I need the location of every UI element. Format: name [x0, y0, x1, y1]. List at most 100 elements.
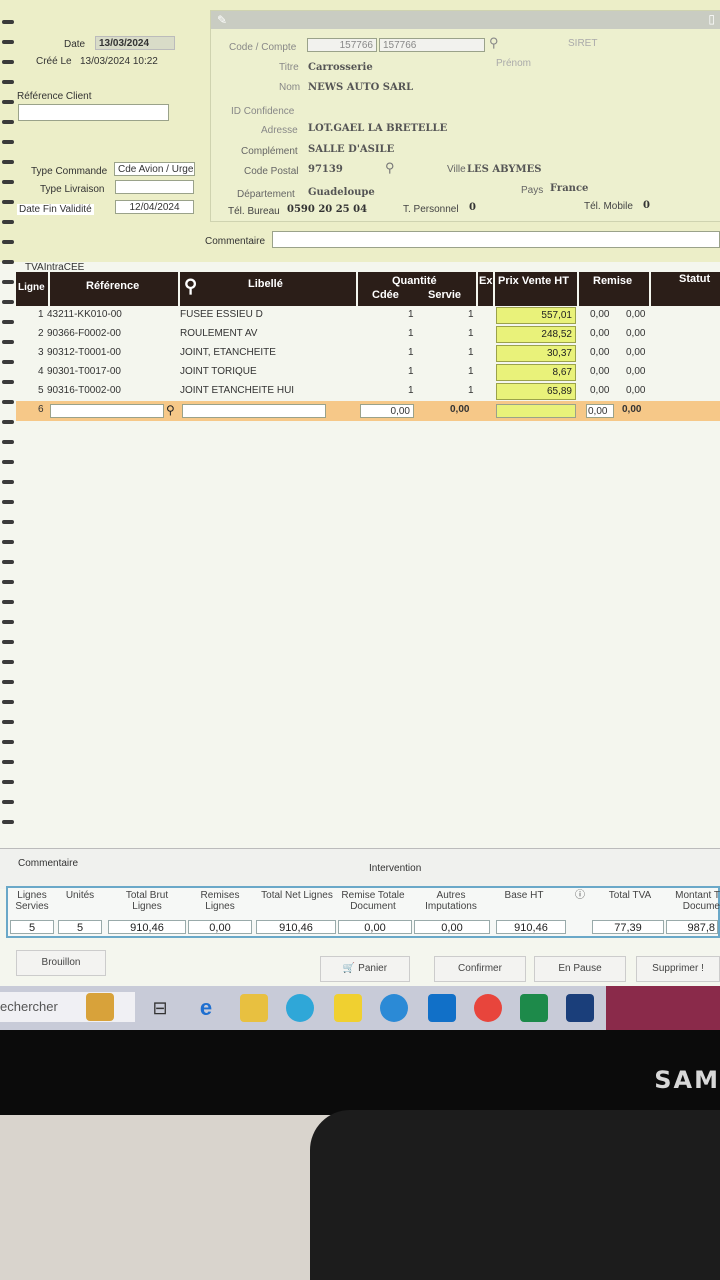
row-reference: 90316-T0002-00 [47, 385, 121, 396]
type-commande-label: Type Commande [31, 166, 108, 177]
taskbar-search[interactable]: echercher [0, 992, 135, 1022]
app-2-icon[interactable] [566, 994, 594, 1022]
edit-icon[interactable]: ✎ [217, 13, 227, 27]
pays-value: France [550, 183, 589, 194]
search-postal-icon[interactable]: ⚲ [385, 160, 395, 176]
col-header-quantite[interactable]: Quantité Cdée Servie [358, 272, 478, 306]
new-prix-input[interactable] [496, 404, 576, 418]
commentaire-input[interactable] [272, 231, 720, 248]
lignes-servies-value: 5 [10, 920, 54, 934]
row-servie: 1 [468, 366, 474, 377]
sticky-notes-icon[interactable] [334, 994, 362, 1022]
outlook-icon[interactable] [428, 994, 456, 1022]
date-fin-validite-label: Date Fin Validité [17, 204, 94, 215]
client-panel: ✎ ▯ Code / Compte 157766 157766 ⚲ SIRET … [210, 10, 720, 222]
row-libelle: JOINT, ETANCHEITE [180, 347, 276, 358]
date-field[interactable]: 13/03/2024 [95, 36, 175, 50]
info-icon[interactable]: ⓘ [574, 890, 586, 901]
type-livraison-field[interactable] [115, 180, 194, 194]
row-remise-1: 0,00 [590, 385, 610, 396]
tel-bureau-label: Tél. Bureau [228, 206, 280, 217]
chrome-icon[interactable] [474, 994, 502, 1022]
code-postal-label: Code Postal [244, 166, 299, 177]
briefcase-icon [86, 993, 114, 1021]
totals-panel: Lignes Servies Unités Total Brut Lignes … [6, 886, 720, 938]
taskbar-search-text: echercher [0, 999, 58, 1014]
complement-value: SALLE D'ASILE [308, 144, 395, 155]
code-compte-field[interactable]: 157766 [307, 38, 377, 52]
date-fin-validite-field[interactable]: 12/04/2024 [115, 200, 194, 214]
new-libelle-input[interactable] [182, 404, 326, 418]
table-row[interactable]: 4 90301-T0017-00 JOINT TORIQUE 1 1 8,67 … [16, 363, 720, 382]
total-brut-value: 910,46 [108, 920, 186, 934]
total-tva-value: 77,39 [592, 920, 664, 934]
titre-label: Titre [279, 62, 299, 73]
monitor-bezel [0, 1030, 720, 1115]
row-libelle: JOINT ETANCHEITE HUI [180, 385, 295, 396]
date-label: Date [64, 39, 86, 50]
new-reference-input[interactable] [50, 404, 164, 418]
cart-icon: 🛒 [342, 963, 356, 974]
row-cdee: 1 [408, 309, 414, 320]
tel-bureau-value: 0590 20 25 04 [287, 204, 368, 215]
table-row[interactable]: 5 90316-T0002-00 JOINT ETANCHEITE HUI 1 … [16, 382, 720, 401]
table-row[interactable]: 1 43211-KK010-00 FUSEE ESSIEU D 1 1 557,… [16, 306, 720, 325]
type-commande-field[interactable]: Cde Avion / Urge [114, 162, 195, 176]
table-row[interactable]: 2 90366-F0002-00 ROULEMENT AV 1 1 248,52… [16, 325, 720, 344]
col-header-libelle[interactable]: ⚲ Libellé [180, 272, 358, 306]
monitor-brand: SAM [654, 1066, 720, 1094]
code-compte-label: Code / Compte [229, 42, 297, 53]
siret-label: SIRET [568, 38, 598, 49]
edge-new-icon[interactable] [286, 994, 314, 1022]
col-header-statut[interactable]: Statut [651, 272, 720, 306]
ville-value: LES ABYMES [467, 164, 542, 175]
panier-button[interactable]: 🛒 Panier [320, 956, 410, 982]
row-prix-field[interactable]: 248,52 [496, 326, 576, 343]
new-remise-input[interactable]: 0,00 [586, 404, 614, 418]
row-prix-field[interactable]: 8,67 [496, 364, 576, 381]
search-libelle-icon[interactable]: ⚲ [184, 276, 197, 297]
col-header-reference[interactable]: Référence [50, 272, 180, 306]
departement-value: Guadeloupe [308, 187, 375, 198]
supprimer-button[interactable]: Supprimer ! [636, 956, 720, 982]
col-header-ligne[interactable]: Ligne [16, 272, 50, 306]
reference-client-input[interactable] [18, 104, 169, 121]
new-line-row[interactable]: 6 ⚲ 0,00 0,00 0,00 0,00 [16, 401, 720, 421]
row-libelle: JOINT TORIQUE [180, 366, 257, 377]
brouillon-button[interactable]: Brouillon [16, 950, 106, 976]
table-row[interactable]: 3 90312-T0001-00 JOINT, ETANCHEITE 1 1 3… [16, 344, 720, 363]
monitor-stand [310, 1110, 720, 1280]
cree-le-value: 13/03/2024 10:22 [80, 56, 158, 67]
file-explorer-icon[interactable] [240, 994, 268, 1022]
row-remise-1: 0,00 [590, 328, 610, 339]
adresse-label: Adresse [261, 125, 298, 136]
montant-value: 987,8 [666, 920, 718, 934]
app-icon[interactable] [380, 994, 408, 1022]
code-postal-value: 97139 [308, 164, 343, 175]
unites-value: 5 [58, 920, 102, 934]
row-remise-1: 0,00 [590, 366, 610, 377]
edge-icon[interactable]: e [192, 994, 220, 1022]
en-pause-button[interactable]: En Pause [534, 956, 626, 982]
notebook-spiral [0, 0, 16, 850]
task-view-icon[interactable]: ⊟ [146, 994, 174, 1022]
row-reference: 90301-T0017-00 [47, 366, 121, 377]
new-cdee-input[interactable]: 0,00 [360, 404, 414, 418]
total-net-value: 910,46 [256, 920, 336, 934]
row-prix-field[interactable]: 557,01 [496, 307, 576, 324]
confirmer-button[interactable]: Confirmer [434, 956, 526, 982]
departement-label: Département [237, 189, 295, 200]
row-remise-2: 0,00 [626, 309, 646, 320]
col-header-ex[interactable]: Ex [478, 272, 495, 306]
row-prix-field[interactable]: 30,37 [496, 345, 576, 362]
search-icon[interactable]: ⚲ [489, 35, 499, 51]
app-window: Date 13/03/2024 Créé Le 13/03/2024 10:22… [0, 0, 720, 1030]
search-reference-icon[interactable]: ⚲ [166, 403, 175, 417]
excel-icon[interactable] [520, 994, 548, 1022]
row-prix-field[interactable]: 65,89 [496, 383, 576, 400]
close-icon[interactable]: ▯ [708, 12, 715, 26]
code-compte-field-2[interactable]: 157766 [379, 38, 485, 52]
col-header-prix[interactable]: Prix Vente HT [495, 272, 579, 306]
col-header-remise[interactable]: Remise [579, 272, 651, 306]
taskbar-tray [606, 986, 720, 1030]
